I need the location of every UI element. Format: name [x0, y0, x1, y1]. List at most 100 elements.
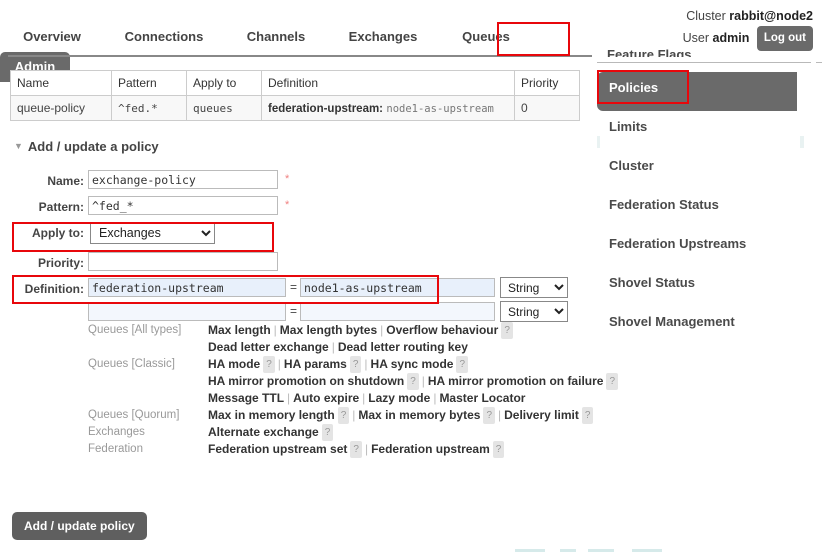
help-question-icon[interactable]: ? [606, 373, 619, 390]
helper-link[interactable]: Federation upstream [371, 442, 490, 456]
apply-to-select[interactable]: Exchanges [90, 222, 215, 244]
cell-policy-name[interactable]: queue-policy [10, 95, 112, 121]
sidebar-item-feature-flags[interactable]: Feature Flags [607, 48, 692, 57]
help-question-icon[interactable]: ? [337, 407, 350, 424]
pattern-input[interactable] [88, 196, 278, 215]
main-navigation-tabs: Overview Connections Channels Exchanges … [0, 22, 600, 82]
definition-key-input-2[interactable] [88, 302, 286, 321]
definition-key: federation-upstream: [268, 103, 384, 115]
helper-link[interactable]: Max length [208, 323, 271, 337]
tab-exchanges[interactable]: Exchanges [328, 22, 438, 52]
policies-table: Name Pattern Apply to Definition Priorit… [10, 70, 580, 121]
helper-link[interactable]: Message TTL [208, 391, 284, 405]
helper-link[interactable]: Max length bytes [280, 323, 377, 337]
helper-links-group: Max length | Max length bytes | Overflow beh… [208, 322, 620, 356]
help-question-icon[interactable]: ? [263, 356, 275, 373]
collapse-caret-icon[interactable]: ▼ [14, 141, 23, 151]
required-marker-pattern: * [285, 199, 290, 211]
helper-links-group: HA mode? | HA params? | HA sync mode? HA mirr… [208, 356, 620, 407]
sidebar-item-cluster[interactable]: Cluster [597, 150, 823, 189]
cell-policy-apply-to: queues [186, 95, 262, 121]
helper-links-group: Max in memory length? | Max in memory byte… [208, 407, 620, 424]
log-out-button[interactable]: Log out [756, 26, 813, 51]
tab-queues[interactable]: Queues [438, 22, 534, 52]
form-row-apply-to: Apply to: Exchanges [0, 222, 600, 252]
definition-key-input-1[interactable] [88, 278, 286, 297]
user-line: User admin Log out [683, 26, 813, 51]
sidebar-item-shovel-status[interactable]: Shovel Status [597, 267, 823, 306]
form-row-pattern: Pattern: * [0, 196, 600, 222]
helper-link[interactable]: HA sync mode [371, 357, 454, 371]
help-question-icon[interactable]: ? [407, 373, 419, 390]
user-name: admin [712, 30, 750, 45]
help-question-icon[interactable]: ? [456, 356, 469, 373]
helper-link[interactable]: HA params [284, 357, 347, 371]
helper-category-label: Federation [88, 443, 143, 455]
helper-link[interactable]: Max in memory length [208, 408, 335, 422]
sidebar-item-federation-upstreams[interactable]: Federation Upstreams [597, 228, 823, 267]
helper-separator: | [433, 391, 437, 405]
helper-link[interactable]: Dead letter routing key [338, 340, 468, 354]
sidebar-item-federation-status[interactable]: Federation Status [597, 189, 823, 228]
helper-group: Queues [Classic] HA mode? | HA params? | HA s… [0, 356, 620, 407]
help-question-icon[interactable]: ? [349, 356, 362, 373]
help-question-icon[interactable]: ? [350, 441, 362, 458]
helper-link[interactable]: HA mirror promotion on failure [428, 374, 604, 388]
helper-link[interactable]: Federation upstream set [208, 442, 347, 456]
helper-category-label: Exchanges [88, 426, 145, 438]
add-update-policy-button[interactable]: Add / update policy [12, 512, 147, 540]
tab-connections[interactable]: Connections [104, 22, 224, 52]
tab-overview[interactable]: Overview [0, 22, 104, 52]
helper-category-label: Queues [Classic] [88, 358, 175, 370]
help-question-icon[interactable]: ? [321, 424, 334, 441]
sidebar-item-label: Policies [609, 80, 659, 95]
help-question-icon[interactable]: ? [492, 441, 505, 458]
definition-value-input-1[interactable] [300, 278, 495, 297]
helper-link[interactable]: Overflow behaviour [386, 323, 498, 337]
column-header-name: Name [10, 70, 112, 96]
column-header-apply-to: Apply to [186, 70, 262, 96]
column-header-definition: Definition [261, 70, 515, 96]
help-question-icon[interactable]: ? [483, 407, 495, 424]
helper-link[interactable]: Dead letter exchange [208, 340, 329, 354]
label-name: Name: [47, 174, 84, 188]
cell-policy-definition: federation-upstream: node1-as-upstream [261, 95, 515, 121]
helper-link[interactable]: HA mirror promotion on shutdown [208, 374, 404, 388]
definition-type-select-1[interactable]: String [500, 277, 568, 298]
required-marker-name: * [285, 173, 290, 185]
priority-input[interactable] [88, 252, 278, 271]
helper-separator: | [277, 357, 281, 371]
definition-type-select-2[interactable]: String [500, 301, 568, 322]
helper-separator: | [421, 374, 425, 388]
definition-value-input-2[interactable] [300, 302, 495, 321]
helper-link[interactable]: Alternate exchange [208, 425, 319, 439]
helper-link[interactable]: Master Locator [439, 391, 525, 405]
helper-separator: | [273, 323, 277, 337]
helper-separator: | [331, 340, 335, 354]
helper-link[interactable]: Auto expire [293, 391, 359, 405]
label-definition: Definition: [24, 282, 84, 296]
sidebar-item-policies[interactable]: Policies [597, 72, 797, 111]
add-update-policy-section-header[interactable]: ▼ Add / update a policy [14, 139, 159, 154]
name-input[interactable] [88, 170, 278, 189]
helper-line: HA mirror promotion on shutdown? | HA mirr… [208, 373, 620, 390]
helper-separator: | [362, 391, 366, 405]
helper-link[interactable]: Delivery limit [504, 408, 579, 422]
helper-group: Queues [Quorum] Max in memory length? | Max… [0, 407, 620, 424]
helper-line: Max in memory length? | Max in memory byte… [208, 407, 620, 424]
helper-link[interactable]: Lazy mode [368, 391, 430, 405]
label-priority: Priority: [37, 256, 84, 270]
help-question-icon[interactable]: ? [581, 407, 594, 424]
section-title: Add / update a policy [27, 139, 159, 154]
sidebar-item-shovel-management[interactable]: Shovel Management [597, 306, 823, 345]
helper-line: Message TTL | Auto expire | Lazy mode | Master… [208, 390, 620, 407]
cell-policy-pattern: ^fed.* [111, 95, 187, 121]
helper-link[interactable]: Max in memory bytes [358, 408, 480, 422]
helper-link[interactable]: HA mode [208, 357, 260, 371]
tab-channels[interactable]: Channels [224, 22, 328, 52]
form-row-name: Name: * [0, 170, 600, 196]
sidebar-item-limits[interactable]: Limits [597, 111, 823, 150]
definition-value: node1-as-upstream [386, 103, 494, 115]
sidebar-item-label: Shovel Management [609, 314, 735, 329]
help-question-icon[interactable]: ? [501, 322, 513, 339]
